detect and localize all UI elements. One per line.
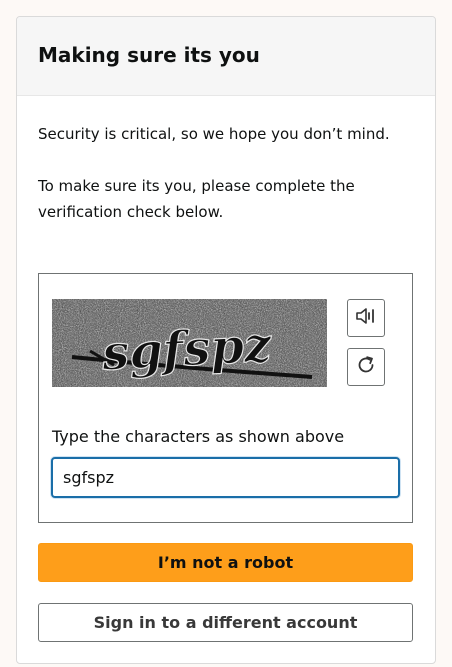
captcha-input[interactable] — [51, 457, 400, 498]
captcha-image: sgfspz — [52, 299, 327, 387]
verification-instruction: To make sure its you, please complete th… — [38, 177, 355, 221]
audio-captcha-button[interactable] — [347, 299, 385, 337]
page-title: Making sure its you — [38, 43, 260, 67]
switch-account-button[interactable]: Sign in to a different account — [38, 603, 413, 642]
not-a-robot-button[interactable]: I’m not a robot — [38, 543, 413, 582]
refresh-icon — [355, 354, 377, 380]
captcha-noise: sgfspz — [52, 299, 327, 387]
captcha-text: sgfspz — [100, 317, 275, 382]
card-body: Security is critical, so we hope you don… — [17, 123, 435, 225]
verification-card: Making sure its you Security is critical… — [16, 16, 436, 664]
security-notice: Security is critical, so we hope you don… — [38, 125, 390, 143]
captcha-container: sgfspz Type the characters as shown abov… — [38, 273, 413, 523]
refresh-captcha-button[interactable] — [347, 348, 385, 386]
speaker-icon — [355, 306, 377, 330]
captcha-input-label: Type the characters as shown above — [52, 427, 345, 446]
card-header: Making sure its you — [17, 17, 435, 96]
